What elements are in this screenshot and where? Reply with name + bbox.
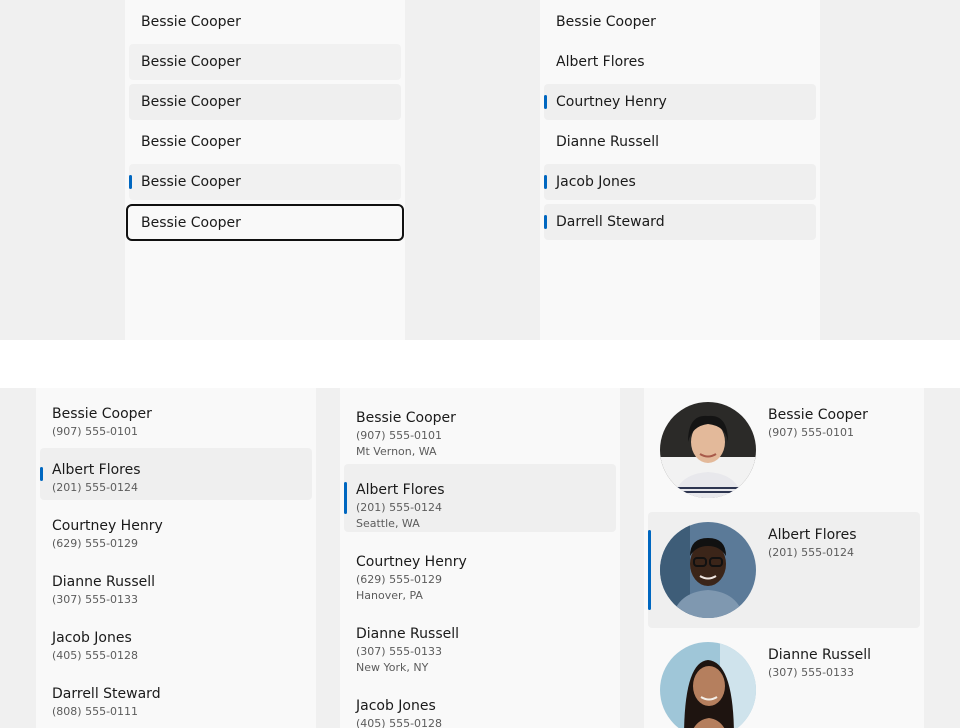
contact-phone: (405) 555-0128	[356, 717, 443, 728]
list-item[interactable]: Bessie Cooper	[129, 44, 401, 80]
list-item[interactable]: Bessie Cooper (907) 555-0101 Mt Vernon, …	[344, 392, 616, 460]
contact-phone: (307) 555-0133	[52, 593, 139, 606]
list-item[interactable]: Courtney Henry	[544, 84, 816, 120]
contact-list: Bessie Cooper (907) 555-0101 Albert Flor…	[36, 388, 316, 728]
list-item-name: Bessie Cooper	[556, 14, 656, 30]
list-item-name: Bessie Cooper	[141, 14, 241, 30]
list-item[interactable]: Dianne Russell	[544, 124, 816, 160]
avatar	[660, 522, 756, 618]
list-item[interactable]: Bessie Cooper	[544, 4, 816, 40]
list-item[interactable]: Bessie Cooper	[129, 4, 401, 40]
contact-location: Hanover, PA	[356, 589, 423, 602]
selection-indicator	[544, 95, 547, 109]
list-item-name: Albert Flores	[556, 54, 645, 70]
contact-location: Seattle, WA	[356, 517, 420, 530]
simple-list-states: Bessie Cooper Bessie Cooper Bessie Coope…	[125, 0, 405, 340]
contact-phone: (405) 555-0128	[52, 649, 139, 662]
contact-phone: (307) 555-0133	[768, 666, 855, 679]
list-item[interactable]: Jacob Jones (405) 555-0128	[40, 616, 312, 668]
list-item[interactable]: Albert Flores	[544, 44, 816, 80]
list-item-name: Darrell Steward	[556, 214, 665, 230]
contact-phone: (907) 555-0101	[52, 425, 139, 438]
contact-phone: (907) 555-0101	[768, 426, 855, 439]
contact-phone: (629) 555-0129	[356, 573, 443, 586]
list-item[interactable]: Jacob Jones (405) 555-0128	[344, 680, 616, 728]
contact-phone: (307) 555-0133	[356, 645, 443, 658]
contact-name: Jacob Jones	[356, 698, 436, 714]
list-item-name: Jacob Jones	[556, 174, 636, 190]
selection-indicator	[544, 175, 547, 189]
list-item[interactable]: Bessie Cooper (907) 555-0101	[648, 392, 920, 508]
contact-name: Dianne Russell	[52, 574, 156, 590]
list-item[interactable]: Dianne Russell (307) 555-0133	[648, 632, 920, 728]
contact-phone: (201) 555-0124	[768, 546, 855, 559]
list-item-name: Courtney Henry	[556, 94, 667, 110]
list-item-name: Bessie Cooper	[141, 215, 241, 231]
selection-indicator	[40, 467, 43, 481]
contact-name: Bessie Cooper	[768, 407, 868, 423]
list-item-name: Bessie Cooper	[141, 54, 241, 70]
contact-location: New York, NY	[356, 661, 429, 674]
avatar	[660, 402, 756, 498]
simple-list-multiselect: Bessie Cooper Albert Flores Courtney Hen…	[540, 0, 820, 340]
list-item[interactable]: Albert Flores (201) 555-0124 Seattle, WA	[344, 464, 616, 532]
list-item[interactable]: Darrell Steward	[544, 204, 816, 240]
contact-name: Dianne Russell	[356, 626, 460, 642]
list-item[interactable]: Bessie Cooper (907) 555-0101	[40, 392, 312, 444]
contact-name: Albert Flores	[52, 462, 141, 478]
avatar	[660, 642, 756, 728]
contact-name: Albert Flores	[356, 482, 445, 498]
list-item-name: Bessie Cooper	[141, 134, 241, 150]
list-item[interactable]: Courtney Henry (629) 555-0129 Hanover, P…	[344, 536, 616, 604]
list-item[interactable]: Dianne Russell (307) 555-0133 New York, …	[344, 608, 616, 676]
contact-name: Courtney Henry	[356, 554, 467, 570]
selection-indicator	[544, 215, 547, 229]
selection-indicator	[129, 175, 132, 189]
contact-name: Albert Flores	[768, 527, 857, 543]
contact-phone: (907) 555-0101	[356, 429, 443, 442]
list-item[interactable]: Darrell Steward (808) 555-0111	[40, 672, 312, 724]
selection-indicator	[648, 530, 651, 610]
contact-phone: (201) 555-0124	[356, 501, 443, 514]
contact-avatar-list: Bessie Cooper (907) 555-0101 Albert Flor…	[644, 388, 924, 728]
list-item[interactable]: Dianne Russell (307) 555-0133	[40, 560, 312, 612]
list-item-name: Bessie Cooper	[141, 174, 241, 190]
contact-phone: (201) 555-0124	[52, 481, 139, 494]
selection-indicator	[344, 482, 347, 514]
list-item[interactable]: Bessie Cooper	[129, 164, 401, 200]
list-item[interactable]: Bessie Cooper	[129, 124, 401, 160]
list-item[interactable]: Courtney Henry (629) 555-0129	[40, 504, 312, 556]
contact-name: Darrell Steward	[52, 686, 161, 702]
list-item-focused[interactable]: Bessie Cooper	[126, 204, 404, 241]
contact-phone: (808) 555-0111	[52, 705, 139, 718]
contact-name: Courtney Henry	[52, 518, 163, 534]
contact-location: Mt Vernon, WA	[356, 445, 437, 458]
list-item-name: Dianne Russell	[556, 134, 660, 150]
list-item[interactable]: Jacob Jones	[544, 164, 816, 200]
list-item-name: Bessie Cooper	[141, 94, 241, 110]
contact-name: Bessie Cooper	[52, 406, 152, 422]
contact-name: Dianne Russell	[768, 647, 872, 663]
contact-phone: (629) 555-0129	[52, 537, 139, 550]
contact-name: Bessie Cooper	[356, 410, 456, 426]
list-item[interactable]: Albert Flores (201) 555-0124	[648, 512, 920, 628]
list-item[interactable]: Bessie Cooper	[129, 84, 401, 120]
contact-name: Jacob Jones	[52, 630, 132, 646]
list-item[interactable]: Albert Flores (201) 555-0124	[40, 448, 312, 500]
contact-detail-list: Bessie Cooper (907) 555-0101 Mt Vernon, …	[340, 388, 620, 728]
section-divider	[0, 340, 960, 388]
